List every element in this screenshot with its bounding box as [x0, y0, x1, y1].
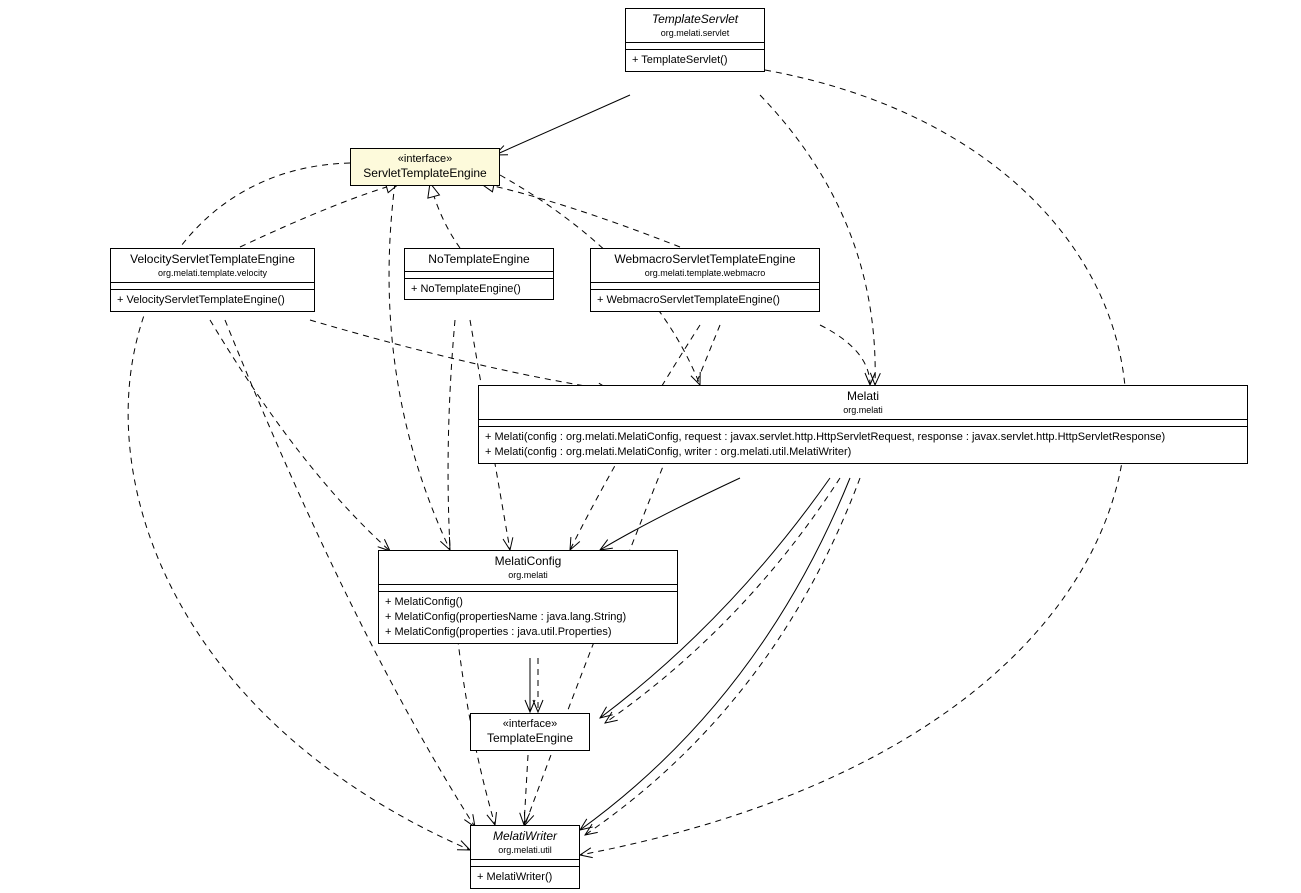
- class-attributes: [471, 860, 579, 867]
- class-name: TemplateServlet: [632, 12, 758, 28]
- operation: + MelatiWriter(): [477, 870, 573, 885]
- operation: + Melati(config : org.melati.MelatiConfi…: [485, 430, 1241, 445]
- operation: + TemplateServlet(): [632, 53, 758, 68]
- class-template-engine[interactable]: «interface» TemplateEngine: [470, 713, 590, 751]
- class-servlet-template-engine[interactable]: «interface» ServletTemplateEngine: [350, 148, 500, 186]
- class-package: org.melati: [385, 570, 671, 582]
- class-operations: + MelatiWriter(): [471, 867, 579, 888]
- class-attributes: [626, 43, 764, 50]
- class-velocity-engine[interactable]: VelocityServletTemplateEngine org.melati…: [110, 248, 315, 312]
- class-name: VelocityServletTemplateEngine: [117, 252, 308, 268]
- class-attributes: [591, 283, 819, 290]
- class-operations: + WebmacroServletTemplateEngine(): [591, 290, 819, 311]
- class-package: org.melati.util: [477, 845, 573, 857]
- class-name: WebmacroServletTemplateEngine: [597, 252, 813, 268]
- class-name: MelatiConfig: [385, 554, 671, 570]
- class-attributes: [405, 272, 553, 279]
- class-name: Melati: [485, 389, 1241, 405]
- class-stereotype: «interface»: [477, 717, 583, 731]
- class-package: org.melati.template.webmacro: [597, 268, 813, 280]
- operation: + VelocityServletTemplateEngine(): [117, 293, 308, 308]
- operation: + WebmacroServletTemplateEngine(): [597, 293, 813, 308]
- operation: + MelatiConfig(properties : java.util.Pr…: [385, 625, 671, 640]
- class-melati[interactable]: Melati org.melati + Melati(config : org.…: [478, 385, 1248, 464]
- class-name: ServletTemplateEngine: [357, 166, 493, 182]
- class-operations: + VelocityServletTemplateEngine(): [111, 290, 314, 311]
- class-package: org.melati.servlet: [632, 28, 758, 40]
- class-name: MelatiWriter: [477, 829, 573, 845]
- class-attributes: [479, 420, 1247, 427]
- operation: + NoTemplateEngine(): [411, 282, 547, 297]
- class-operations: + MelatiConfig() + MelatiConfig(properti…: [379, 592, 677, 643]
- class-operations: + NoTemplateEngine(): [405, 279, 553, 300]
- operation: + MelatiConfig(propertiesName : java.lan…: [385, 610, 671, 625]
- class-melati-config[interactable]: MelatiConfig org.melati + MelatiConfig()…: [378, 550, 678, 644]
- class-attributes: [111, 283, 314, 290]
- class-stereotype: «interface»: [357, 152, 493, 166]
- class-operations: + TemplateServlet(): [626, 50, 764, 71]
- class-package: org.melati: [485, 405, 1241, 417]
- uml-diagram: TemplateServlet org.melati.servlet + Tem…: [0, 0, 1301, 893]
- class-attributes: [379, 585, 677, 592]
- class-no-template-engine[interactable]: NoTemplateEngine + NoTemplateEngine(): [404, 248, 554, 300]
- class-template-servlet[interactable]: TemplateServlet org.melati.servlet + Tem…: [625, 8, 765, 72]
- class-webmacro-engine[interactable]: WebmacroServletTemplateEngine org.melati…: [590, 248, 820, 312]
- operation: + MelatiConfig(): [385, 595, 671, 610]
- operation: + Melati(config : org.melati.MelatiConfi…: [485, 445, 1241, 460]
- class-melati-writer[interactable]: MelatiWriter org.melati.util + MelatiWri…: [470, 825, 580, 889]
- class-package: org.melati.template.velocity: [117, 268, 308, 280]
- class-name: NoTemplateEngine: [411, 252, 547, 268]
- class-operations: + Melati(config : org.melati.MelatiConfi…: [479, 427, 1247, 463]
- class-name: TemplateEngine: [477, 731, 583, 747]
